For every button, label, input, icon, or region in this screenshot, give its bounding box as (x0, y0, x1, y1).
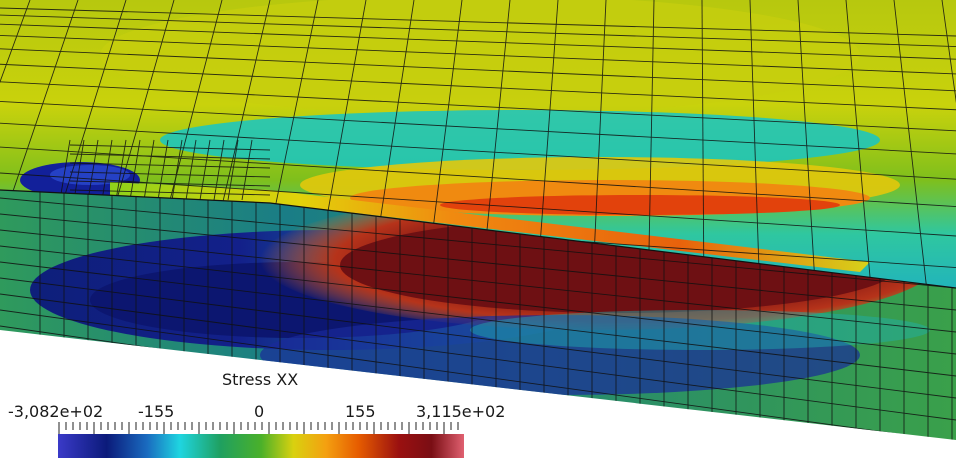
tick-label-high: 155 (345, 402, 376, 421)
legend-title: Stress XX (222, 370, 299, 389)
3d-viewport[interactable]: Stress XX -3,082e+02 -155 0 155 3,115e+0… (0, 0, 956, 459)
stress-field-render (0, 0, 956, 440)
tick-label-max: 3,115e+02 (416, 402, 506, 421)
color-bar (58, 422, 464, 458)
tick-label-min: -3,082e+02 (8, 402, 104, 421)
tick-label-zero: 0 (254, 402, 265, 421)
tick-label-low: -155 (138, 402, 175, 421)
